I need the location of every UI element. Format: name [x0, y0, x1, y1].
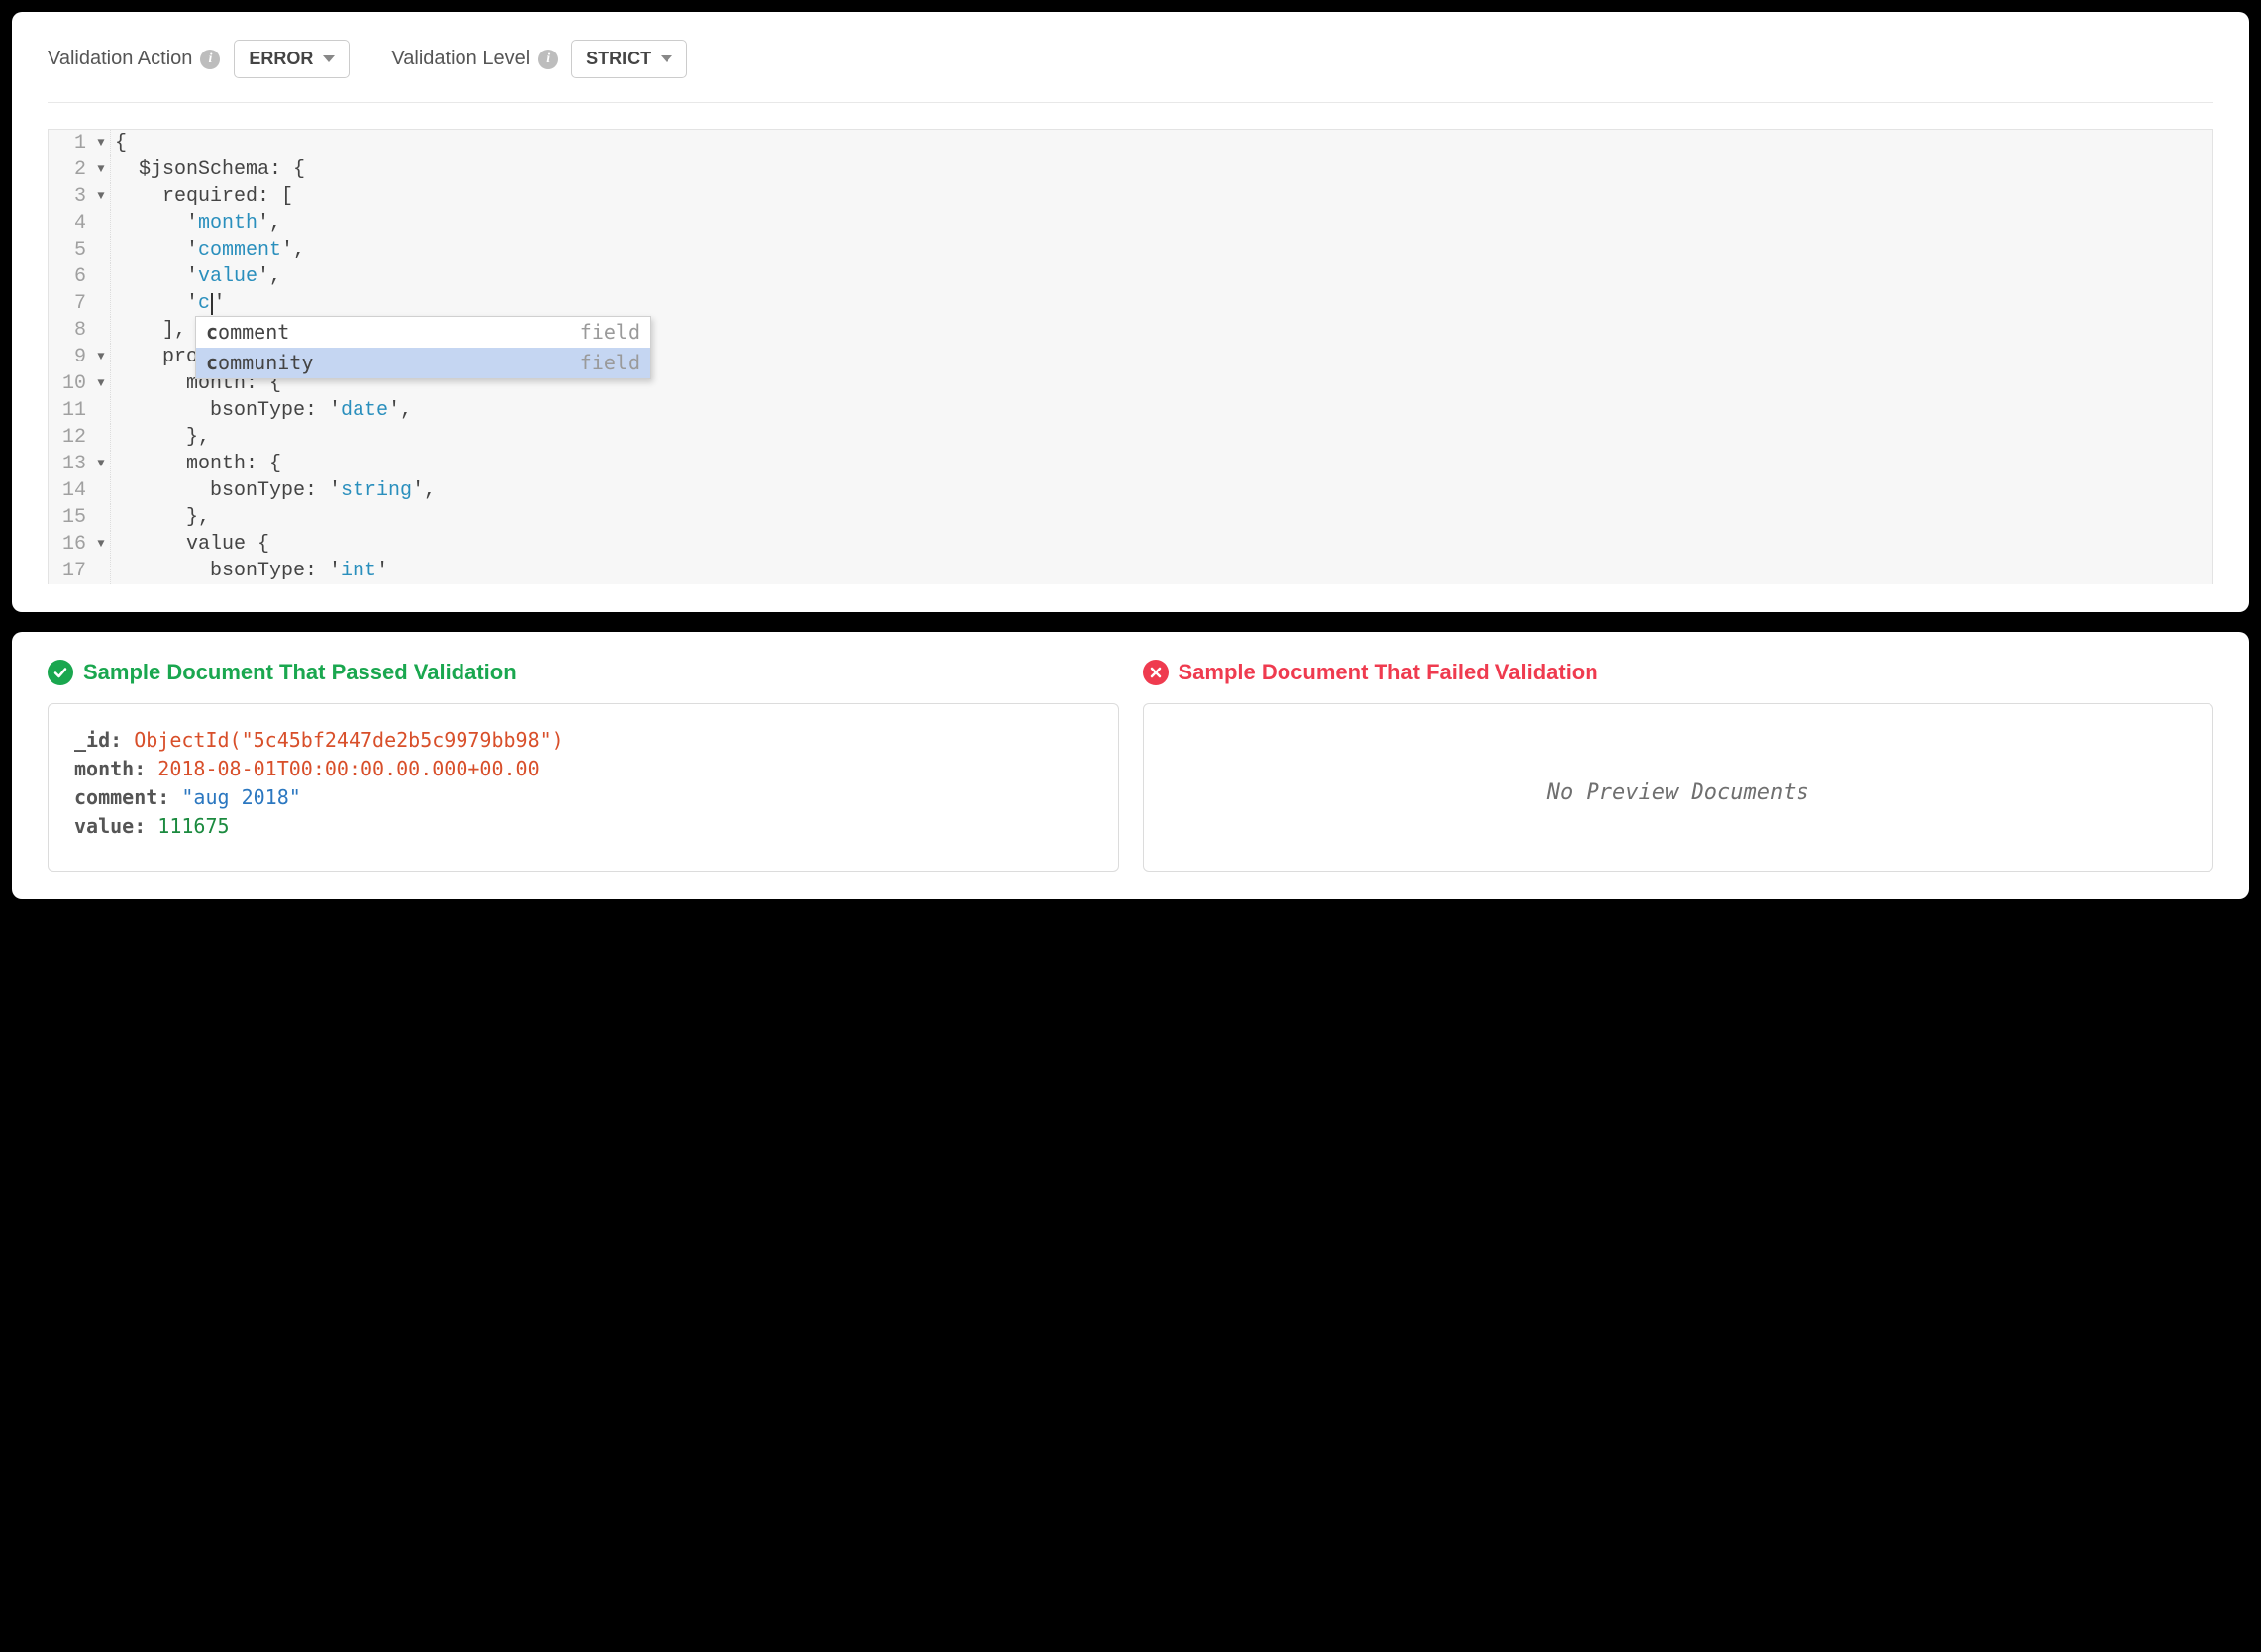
document-field: month: 2018-08-01T00:00:00.00.000+00.00 — [74, 755, 1092, 783]
x-circle-icon — [1143, 660, 1169, 685]
editor-line[interactable]: 17 bsonType: 'int' — [49, 558, 2212, 584]
autocomplete-item[interactable]: commentfield — [196, 317, 650, 348]
passed-column: Sample Document That Passed Validation _… — [48, 660, 1119, 872]
editor-line[interactable]: 15 }, — [49, 504, 2212, 531]
fold-toggle-icon[interactable]: ▼ — [92, 344, 110, 370]
fold-toggle-icon — [92, 397, 110, 424]
no-preview-message: No Preview Documents — [1170, 726, 2188, 809]
editor-line[interactable]: 11 bsonType: 'date', — [49, 397, 2212, 424]
chevron-down-icon — [661, 55, 672, 62]
validation-action-label: Validation Action i — [48, 48, 220, 70]
fold-toggle-icon[interactable]: ▼ — [92, 451, 110, 477]
fold-toggle-icon — [92, 317, 110, 344]
editor-line[interactable]: 16▼ value { — [49, 531, 2212, 558]
document-field: comment: "aug 2018" — [74, 783, 1092, 812]
fold-toggle-icon — [92, 237, 110, 263]
fold-toggle-icon — [92, 263, 110, 290]
schema-editor[interactable]: 1▼{2▼ $jsonSchema: {3▼ required: [4 'mon… — [48, 129, 2213, 584]
editor-line[interactable]: 5 'comment', — [49, 237, 2212, 263]
fold-toggle-icon — [92, 424, 110, 451]
editor-line[interactable]: 13▼ month: { — [49, 451, 2212, 477]
autocomplete-item[interactable]: communityfield — [196, 348, 650, 378]
info-icon[interactable]: i — [200, 50, 220, 69]
editor-line[interactable]: 7 'c' — [49, 290, 2212, 317]
autocomplete-popup[interactable]: commentfieldcommunityfield — [195, 316, 651, 379]
validation-toolbar: Validation Action i ERROR Validation Lev… — [48, 40, 2213, 103]
editor-line[interactable]: 3▼ required: [ — [49, 183, 2212, 210]
chevron-down-icon — [323, 55, 335, 62]
editor-line[interactable]: 6 'value', — [49, 263, 2212, 290]
validation-results-panel: Sample Document That Passed Validation _… — [12, 632, 2249, 899]
validation-level-dropdown[interactable]: STRICT — [571, 40, 687, 78]
fold-toggle-icon[interactable]: ▼ — [92, 370, 110, 397]
fold-toggle-icon — [92, 210, 110, 237]
editor-line[interactable]: 2▼ $jsonSchema: { — [49, 156, 2212, 183]
fold-toggle-icon[interactable]: ▼ — [92, 156, 110, 183]
failed-column: Sample Document That Failed Validation N… — [1143, 660, 2214, 872]
document-field: _id: ObjectId("5c45bf2447de2b5c9979bb98"… — [74, 726, 1092, 755]
document-field: value: 111675 — [74, 812, 1092, 841]
validation-panel: Validation Action i ERROR Validation Lev… — [12, 12, 2249, 612]
editor-line[interactable]: 4 'month', — [49, 210, 2212, 237]
info-icon[interactable]: i — [538, 50, 558, 69]
passed-header: Sample Document That Passed Validation — [48, 660, 1119, 685]
fold-toggle-icon — [92, 558, 110, 584]
fold-toggle-icon[interactable]: ▼ — [92, 531, 110, 558]
validation-action-dropdown[interactable]: ERROR — [234, 40, 350, 78]
failed-header: Sample Document That Failed Validation — [1143, 660, 2214, 685]
passed-document-preview: _id: ObjectId("5c45bf2447de2b5c9979bb98"… — [48, 703, 1119, 872]
validation-level-label: Validation Level i — [391, 48, 558, 70]
fold-toggle-icon — [92, 290, 110, 317]
editor-line[interactable]: 12 }, — [49, 424, 2212, 451]
failed-document-preview: No Preview Documents — [1143, 703, 2214, 872]
fold-toggle-icon — [92, 477, 110, 504]
fold-toggle-icon[interactable]: ▼ — [92, 130, 110, 156]
editor-line[interactable]: 1▼{ — [49, 130, 2212, 156]
fold-toggle-icon — [92, 504, 110, 531]
check-circle-icon — [48, 660, 73, 685]
fold-toggle-icon[interactable]: ▼ — [92, 183, 110, 210]
editor-line[interactable]: 14 bsonType: 'string', — [49, 477, 2212, 504]
